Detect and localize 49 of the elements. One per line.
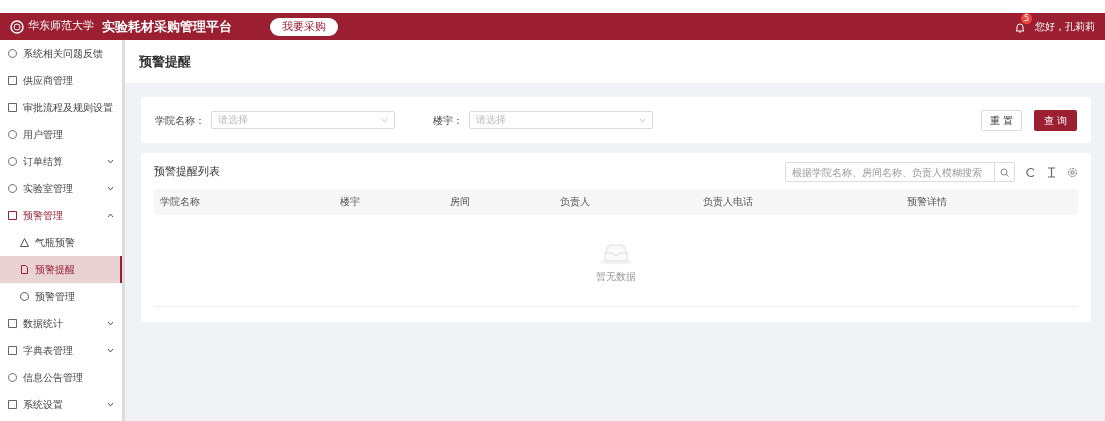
sidebar-item[interactable]: 字典表管理 [0,337,122,364]
sidebar-item[interactable]: 系统相关问题反馈 [0,40,122,67]
reset-button[interactable]: 重 置 [980,109,1022,131]
emblem-icon [10,19,24,34]
sidebar-item[interactable]: 审批流程及规则设置 [0,94,122,121]
column-header: 预警详情 [907,194,948,209]
chevron-down-icon [381,117,388,123]
notification-badge: 5 [1021,13,1032,24]
search-field[interactable]: 根据学院名称、房间名称、负责人模糊搜索 [785,162,1015,182]
user-greeting[interactable]: 您好，孔莉莉 [1035,19,1095,34]
column-header: 学院名称 [159,194,201,209]
sidebar-subitem[interactable]: 气瓶预警 [0,229,122,256]
filter-label: 楼宇： [433,113,463,128]
square-icon [8,400,17,409]
square-icon [8,103,17,112]
sidebar-item[interactable]: 信息公告管理 [0,364,122,391]
column-header: 楼宇 [339,194,361,209]
sidebar-item[interactable]: 供应商管理 [0,67,122,94]
page-title: 预警提醒 [139,52,191,71]
app-title: 实验耗材采购管理平台 [102,17,232,36]
query-button[interactable]: 查 询 [1033,109,1077,131]
sidebar-item[interactable]: 预警管理 [0,202,122,229]
sidebar-item[interactable]: 订单结算 [0,148,122,175]
column-header: 负责人电话 [702,194,754,209]
sidebar-item[interactable]: 用户管理 [0,121,122,148]
chevron-down-icon [639,117,646,123]
sidebar-subitem[interactable]: 预警提醒 [0,256,122,283]
sidebar-item[interactable]: 实验室管理 [0,175,122,202]
bell-icon[interactable] [1015,21,1025,33]
empty-message: 暂无数据 [596,270,636,284]
search-icon[interactable] [1000,167,1009,177]
filter-label: 学院名称： [155,113,205,128]
settings-icon[interactable] [1067,166,1078,178]
sidebar-item[interactable]: 系统设置 [0,391,122,418]
square-icon [8,211,17,220]
doc-icon [20,265,29,274]
column-header: 负责人 [559,194,591,209]
square-icon [8,346,17,355]
list-title: 预警提醒列表 [154,163,220,180]
logo-text: 华东师范大学 [28,18,94,35]
square-icon [8,319,17,328]
warning-icon [20,238,29,247]
sidebar-subitem[interactable]: 预警管理 [0,283,122,310]
square-icon [8,76,17,85]
empty-box-icon [599,243,633,265]
sidebar-item[interactable]: 数据统计 [0,310,122,337]
refresh-icon[interactable] [1025,166,1036,178]
column-header: 房间 [449,194,471,209]
purchase-button[interactable]: 我要采购 [270,17,338,36]
